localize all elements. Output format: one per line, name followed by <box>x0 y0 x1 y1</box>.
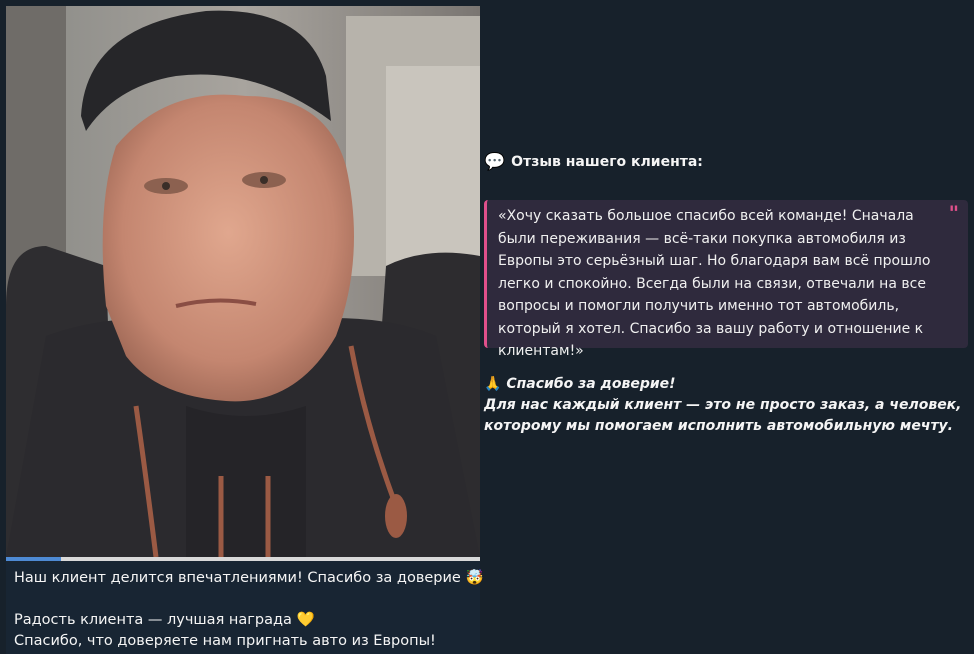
speech-bubble-icon: 💬 <box>484 152 506 172</box>
yellow-heart-emoji-icon: 💛 <box>296 612 315 628</box>
thanks-title: Спасибо за доверие! <box>506 376 676 392</box>
quote-mark-icon: " <box>948 201 959 225</box>
thanks-block: 🙏 Спасибо за доверие! Для нас каждый кли… <box>484 374 970 437</box>
video-progress-fill <box>6 557 61 561</box>
thanks-body: Для нас каждый клиент — это не просто за… <box>484 397 962 434</box>
message-caption: Наш клиент делится впечатлениями! Спасиб… <box>14 568 484 652</box>
review-heading-text: Отзыв нашего клиента: <box>511 154 703 170</box>
thanks-title-line: 🙏 Спасибо за доверие! <box>484 374 970 395</box>
video-frame-image <box>6 6 480 557</box>
review-quote-text: «Хочу сказать большое спасибо всей коман… <box>498 208 931 359</box>
caption-line-3: Спасибо, что доверяете нам пригнать авто… <box>14 633 436 649</box>
review-panel: 💬 Отзыв нашего клиента: «Хочу сказать бо… <box>484 150 970 434</box>
media-message: Наш клиент делится впечатлениями! Спасиб… <box>6 6 484 654</box>
praying-hands-icon: 🙏 <box>484 376 502 392</box>
caption-line-2: Радость клиента — лучшая награда 💛 <box>14 612 315 628</box>
video-progress-bar[interactable] <box>6 557 480 561</box>
caption-line-1: Наш клиент делится впечатлениями! Спасиб… <box>14 570 484 586</box>
review-quote-block: «Хочу сказать большое спасибо всей коман… <box>484 200 968 359</box>
video-player[interactable] <box>6 6 480 557</box>
review-heading: 💬 Отзыв нашего клиента: <box>484 150 970 174</box>
mind-blown-emoji-icon: 🤯 <box>465 570 484 586</box>
